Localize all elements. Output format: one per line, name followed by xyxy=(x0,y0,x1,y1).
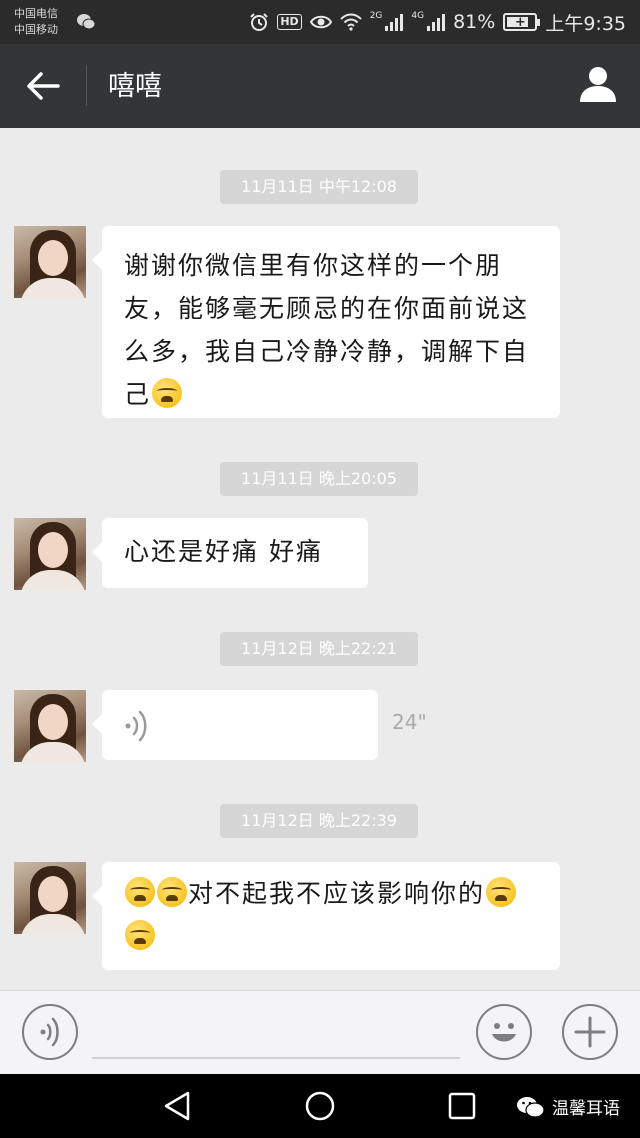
wifi-icon xyxy=(339,13,362,31)
system-nav-bar: 温馨耳语 xyxy=(0,1074,640,1138)
carrier-1-label: 中国电信 xyxy=(14,7,58,20)
plus-icon xyxy=(574,1016,606,1048)
voice-input-button[interactable] xyxy=(22,1004,78,1060)
contact-avatar[interactable] xyxy=(14,862,86,934)
circle-home-icon xyxy=(305,1091,335,1121)
voice-duration: 24" xyxy=(392,710,427,734)
status-indicators: HD 2G 4G 81% + 上午9:35 xyxy=(249,9,626,35)
chat-title: 嘻嘻 xyxy=(108,71,162,102)
header-divider xyxy=(86,66,87,106)
message-bubble[interactable]: 对不起我不应该影响你的 xyxy=(92,862,560,970)
signal-2-icon xyxy=(427,14,446,31)
message-timestamp: 11月12日 晚上22:21 xyxy=(220,632,418,666)
clock: 上午9:35 xyxy=(545,12,626,35)
message-line: 么多，我自己冷静冷静，调解下自 xyxy=(124,337,530,366)
message-input[interactable] xyxy=(92,1011,460,1055)
carrier-info: 中国电信 中国移动 xyxy=(14,6,58,38)
message-timestamp: 11月12日 晚上22:39 xyxy=(220,804,418,838)
nav-home-button[interactable] xyxy=(302,1088,338,1124)
message-bubble[interactable]: 谢谢你微信里有你这样的一个朋 友，能够毫无顾忌的在你面前说这 么多，我自己冷静冷… xyxy=(92,226,560,418)
hd-icon: HD xyxy=(277,14,302,30)
nav-back-button[interactable] xyxy=(160,1088,196,1124)
signal-1-icon xyxy=(385,14,404,31)
eye-icon xyxy=(309,15,332,29)
watermark: 温馨耳语 xyxy=(516,1094,620,1119)
crying-face-icon xyxy=(486,877,517,907)
chat-header: 嘻嘻 xyxy=(0,44,640,128)
crying-face-icon xyxy=(125,920,155,950)
message-list[interactable]: 11月11日 中午12:08 谢谢你微信里有你这样的一个朋 友，能够毫无顾忌的在… xyxy=(0,128,640,990)
message-line: 谢谢你微信里有你这样的一个朋 xyxy=(124,251,503,280)
emoji-button[interactable] xyxy=(476,1004,532,1060)
message-text: 对不起我不应该影响你的 xyxy=(102,862,560,976)
battery-icon: + xyxy=(503,13,541,31)
back-button[interactable] xyxy=(20,64,66,108)
message-line: 友，能够毫无顾忌的在你面前说这 xyxy=(124,294,530,323)
crying-face-icon xyxy=(157,877,187,907)
network-2-label: 4G xyxy=(411,11,425,21)
alarm-icon xyxy=(250,13,269,31)
input-underline xyxy=(92,1057,460,1059)
charging-icon: + xyxy=(514,14,526,30)
message-text: 心还是好痛 好痛 xyxy=(124,537,323,566)
more-options-button[interactable] xyxy=(562,1004,618,1060)
triangle-back-icon xyxy=(164,1091,190,1121)
crying-face-icon xyxy=(125,877,155,907)
status-bar: 中国电信 中国移动 HD 2G 4G 81% + 上午9:35 xyxy=(0,0,640,44)
message-line: 对不起我不应该影响你的 xyxy=(188,879,486,908)
wechat-notification-icon xyxy=(76,13,96,35)
voice-wave-icon xyxy=(125,710,147,742)
wechat-logo-icon xyxy=(517,1096,545,1118)
message-line: 己 xyxy=(124,380,152,409)
input-bar xyxy=(0,990,640,1074)
message-text: 谢谢你微信里有你这样的一个朋 友，能够毫无顾忌的在你面前说这 么多，我自己冷静冷… xyxy=(102,226,560,434)
watermark-text: 温馨耳语 xyxy=(552,1099,620,1119)
voice-message-bubble[interactable] xyxy=(92,690,378,760)
battery-percent: 81% xyxy=(453,11,496,33)
square-recents-icon xyxy=(448,1092,476,1120)
network-1-label: 2G xyxy=(369,11,383,21)
contact-avatar[interactable] xyxy=(14,226,86,298)
crying-face-icon xyxy=(152,378,183,408)
voice-icon xyxy=(40,1017,59,1047)
message-bubble[interactable]: 心还是好痛 好痛 xyxy=(92,518,368,588)
contact-profile-button[interactable] xyxy=(578,64,618,108)
smiley-icon xyxy=(492,1023,516,1042)
message-timestamp: 11月11日 中午12:08 xyxy=(220,170,418,204)
carrier-2-label: 中国移动 xyxy=(14,23,58,36)
contact-avatar[interactable] xyxy=(14,690,86,762)
message-timestamp: 11月11日 晚上20:05 xyxy=(220,462,418,496)
person-icon xyxy=(580,67,616,102)
contact-avatar[interactable] xyxy=(14,518,86,590)
back-arrow-icon xyxy=(27,72,60,100)
nav-recents-button[interactable] xyxy=(444,1088,480,1124)
